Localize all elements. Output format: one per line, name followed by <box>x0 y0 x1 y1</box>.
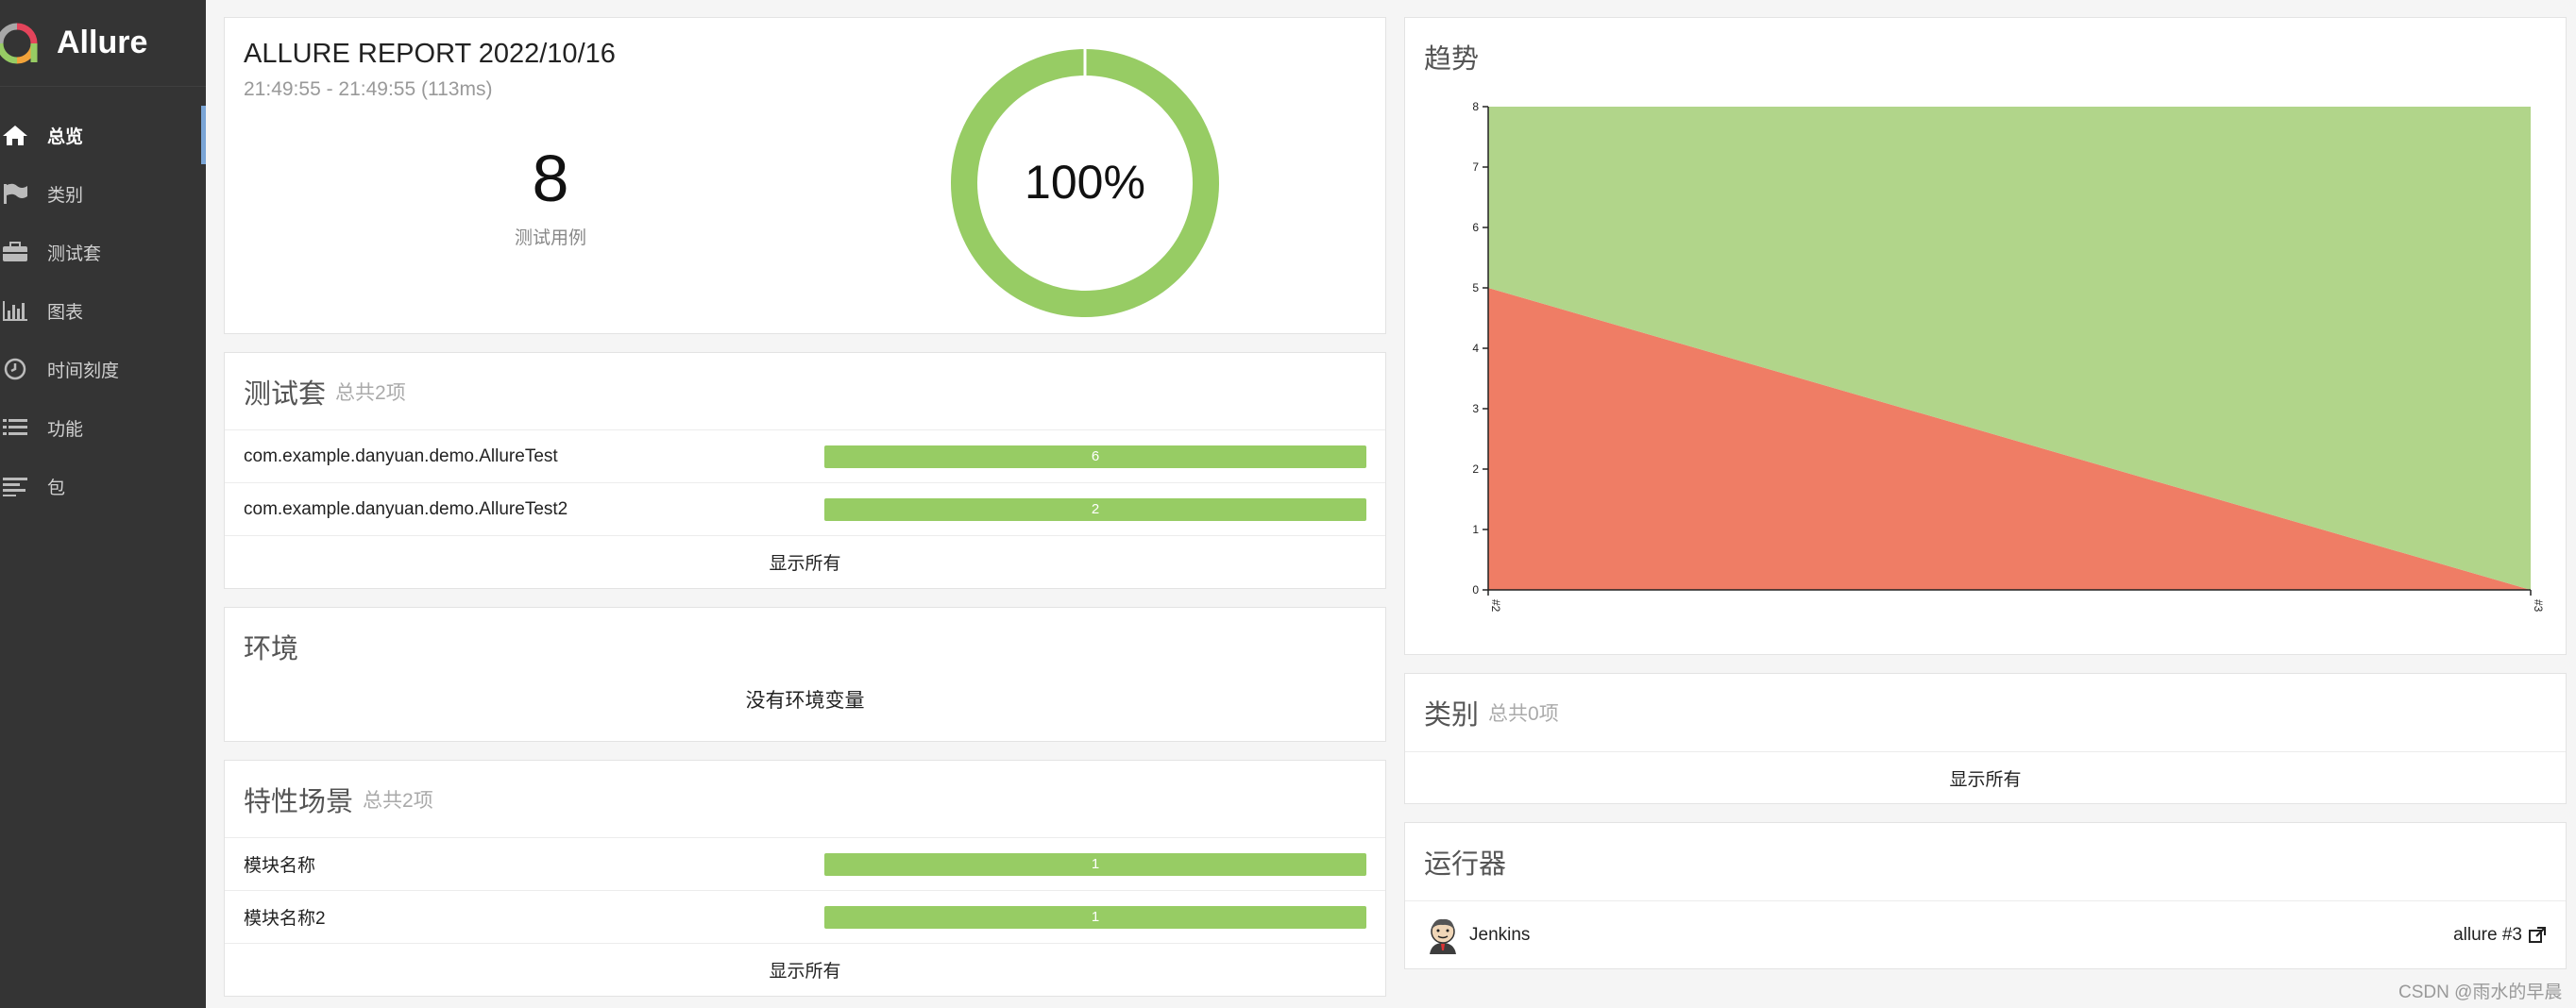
environment-header: 环境 <box>225 608 1385 685</box>
suites-show-all-button[interactable]: 显示所有 <box>225 535 1385 588</box>
y-tick-label: 8 <box>1472 100 1479 113</box>
suites-title: 测试套 <box>244 378 327 410</box>
environment-title: 环境 <box>244 634 299 664</box>
suite-bar: 6 <box>824 445 1366 468</box>
x-tick-label: #2 <box>1489 599 1502 613</box>
environment-empty: 没有环境变量 <box>745 690 865 712</box>
nav-label: 类别 <box>47 185 84 206</box>
y-tick-label: 0 <box>1472 583 1479 596</box>
executor-row[interactable]: Jenkins allure #3 <box>1405 900 2566 968</box>
executor-build-link[interactable]: allure #3 <box>2453 925 2522 946</box>
nav-label: 图表 <box>47 302 84 323</box>
y-tick-label: 7 <box>1472 160 1479 174</box>
feature-name: 模块名称 <box>244 856 316 876</box>
categories-count: 总共0项 <box>1488 703 1559 725</box>
briefcase-icon <box>0 237 30 267</box>
y-tick-label: 4 <box>1472 342 1479 355</box>
y-tick-label: 3 <box>1472 402 1479 415</box>
feature-row[interactable]: 模块名称2 1 <box>225 890 1385 943</box>
clock-icon <box>0 354 30 384</box>
features-panel: 特性场景 总共2项 模块名称 1 模块名称2 1 显示所有 <box>224 760 1386 997</box>
x-tick-label: #3 <box>2532 599 2545 613</box>
y-tick-label: 5 <box>1472 281 1479 294</box>
executors-header: 运行器 <box>1405 823 2566 900</box>
categories-title: 类别 <box>1424 700 1480 731</box>
nav-label: 时间刻度 <box>47 361 120 381</box>
brand[interactable]: Allure <box>0 0 206 87</box>
categories-header: 类别 总共0项 <box>1405 674 2566 751</box>
external-link-icon[interactable] <box>2528 926 2547 945</box>
jenkins-avatar-icon <box>1430 918 1456 954</box>
features-title: 特性场景 <box>244 786 354 817</box>
summary-panel: ALLURE REPORT 2022/10/16 21:49:55 - 21:4… <box>224 17 1386 334</box>
feature-row[interactable]: 模块名称 1 <box>225 837 1385 890</box>
nav-label: 功能 <box>47 419 84 440</box>
suite-bar: 2 <box>824 497 1366 521</box>
nav-item-suites[interactable]: 测试套 <box>0 223 206 281</box>
features-count: 总共2项 <box>363 789 433 812</box>
features-show-all-button[interactable]: 显示所有 <box>225 943 1385 996</box>
report-title: ALLURE REPORT 2022/10/16 <box>244 39 616 69</box>
trend-chart[interactable]: 0 1 2 3 4 5 6 7 8 #2 #3 <box>1405 18 2568 656</box>
categories-show-all-button[interactable]: 显示所有 <box>1405 751 2566 804</box>
y-tick-label: 2 <box>1472 462 1479 476</box>
y-tick-label: 1 <box>1472 523 1479 536</box>
nav-item-graphs[interactable]: 图表 <box>0 281 206 340</box>
sidebar: Allure 总览 类别 测试套 图表 时间刻度 功能 包 <box>0 0 206 1008</box>
executors-panel: 运行器 Jenkins allure #3 <box>1404 822 2567 969</box>
suite-row[interactable]: com.example.danyuan.demo.AllureTest2 2 <box>225 482 1385 535</box>
nav-label: 总览 <box>47 126 84 147</box>
suite-name: com.example.danyuan.demo.AllureTest2 <box>244 498 568 519</box>
nav-item-categories[interactable]: 类别 <box>0 164 206 223</box>
suites-header: 测试套 总共2项 <box>225 353 1385 429</box>
test-case-label: 测试用例 <box>514 228 586 248</box>
align-left-icon <box>0 471 30 501</box>
suites-count: 总共2项 <box>335 381 406 404</box>
executors-title: 运行器 <box>1424 849 1507 880</box>
nav-item-overview[interactable]: 总览 <box>0 106 206 164</box>
suite-name: com.example.danyuan.demo.AllureTest <box>244 445 558 466</box>
allure-logo-icon <box>0 23 38 63</box>
executor-name: Jenkins <box>1469 924 1531 945</box>
pass-rate-donut[interactable]: 100% <box>950 48 1220 318</box>
nav-label: 包 <box>47 478 66 498</box>
watermark: CSDN @雨水的早晨 <box>2398 983 2563 1002</box>
y-tick-label: 6 <box>1472 221 1479 234</box>
trend-panel: 趋势 0 1 2 3 4 5 6 7 8 #2 #3 <box>1404 17 2567 655</box>
brand-name: Allure <box>57 25 148 60</box>
feature-bar: 1 <box>824 905 1366 929</box>
pass-percent: 100% <box>1025 156 1145 209</box>
nav-item-behaviors[interactable]: 功能 <box>0 398 206 457</box>
suites-panel: 测试套 总共2项 com.example.danyuan.demo.Allure… <box>224 352 1386 589</box>
suite-row[interactable]: com.example.danyuan.demo.AllureTest 6 <box>225 429 1385 482</box>
feature-name: 模块名称2 <box>244 909 326 929</box>
categories-panel: 类别 总共0项 显示所有 <box>1404 673 2567 804</box>
features-header: 特性场景 总共2项 <box>225 761 1385 837</box>
bar-chart-icon <box>0 295 30 326</box>
nav-item-timeline[interactable]: 时间刻度 <box>0 340 206 398</box>
home-icon <box>0 120 30 150</box>
nav-label: 测试套 <box>47 244 102 264</box>
test-case-count: 8 <box>532 142 569 215</box>
report-time: 21:49:55 - 21:49:55 (113ms) <box>244 78 493 100</box>
sidebar-nav: 总览 类别 测试套 图表 时间刻度 功能 包 <box>0 106 206 515</box>
environment-panel: 环境 没有环境变量 <box>224 607 1386 742</box>
nav-item-packages[interactable]: 包 <box>0 457 206 515</box>
flag-icon <box>0 178 30 209</box>
feature-bar: 1 <box>824 852 1366 876</box>
list-icon <box>0 412 30 443</box>
